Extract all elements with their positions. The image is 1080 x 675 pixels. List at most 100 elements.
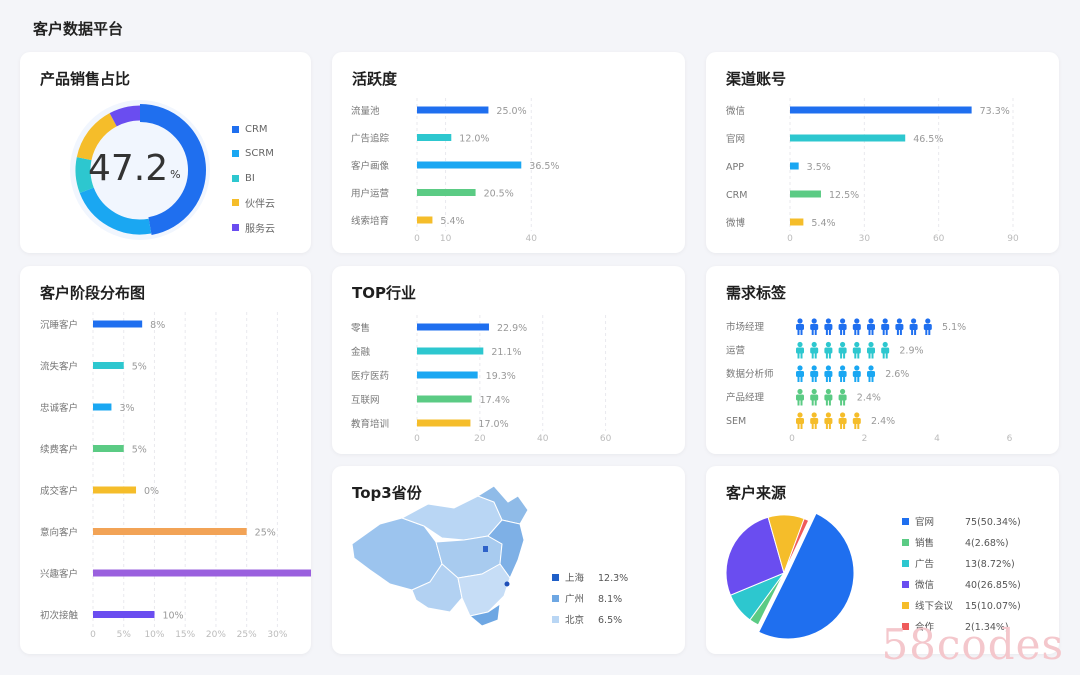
person-icon — [838, 388, 847, 406]
x-tick-label: 40 — [526, 234, 538, 244]
value-label: 17.4% — [480, 395, 510, 406]
category-label: 市场经理 — [726, 321, 765, 333]
legend-label: 微信 — [915, 579, 934, 591]
category-label: 沉睡客户 — [40, 319, 78, 331]
category-label: 数据分析师 — [726, 368, 774, 380]
person-icon — [867, 365, 875, 382]
stages-card: 客户阶段分布图 0 5% 10% 15% 20% 25% 30% 沉睡客户 8% 流失客户 5% 忠诚… — [20, 266, 311, 654]
value-label: 25.0% — [496, 106, 526, 117]
value-label: 5.4% — [811, 218, 835, 229]
value-label: 46.5% — [913, 134, 943, 145]
bar — [93, 611, 155, 618]
person-icon — [810, 318, 819, 335]
legend-value: 13(8.72%) — [965, 559, 1015, 570]
legend-label: 北京 — [565, 614, 584, 626]
person-icon — [852, 318, 861, 335]
legend-label: 上海 — [565, 572, 585, 584]
legend-swatch — [902, 581, 909, 588]
x-tick-label: 0 — [787, 234, 793, 244]
legend-value: 6.5% — [598, 615, 622, 626]
legend-swatch — [552, 616, 559, 623]
category-label: 初次接触 — [40, 610, 79, 622]
value-label: 17.0% — [478, 419, 508, 430]
bar — [417, 419, 471, 427]
value-label: 19.3% — [486, 371, 516, 382]
bar — [93, 320, 143, 328]
value-label: 0% — [144, 486, 159, 497]
category-label: 用户运营 — [351, 188, 389, 200]
value-label: 2.4% — [857, 393, 881, 404]
category-label: 产品经理 — [726, 392, 765, 404]
legend-item: 服务云 — [232, 215, 275, 240]
person-icon — [810, 341, 819, 359]
legend-label: CRM — [245, 123, 268, 135]
legend-swatch — [902, 602, 909, 609]
person-icon — [838, 318, 847, 335]
category-label: 忠诚客户 — [40, 402, 78, 414]
bar — [417, 323, 489, 331]
x-tick-label: 10 — [440, 234, 452, 244]
bar — [790, 190, 821, 198]
channel-bar-chart: 0 30 60 90 微信 73.3% 官网 46.5% APP 3.5% CRM 12.5% 微博 5.… — [726, 98, 1019, 244]
product-sales-card: 产品销售占比 47.2% CRM SCRM BI 伙伴云 服务云 — [20, 52, 311, 253]
person-icon — [796, 318, 804, 335]
bar — [93, 362, 124, 369]
value-label: 12.5% — [829, 190, 859, 201]
x-tick-label: 20% — [206, 630, 226, 640]
person-icon — [923, 318, 932, 335]
person-icon — [867, 341, 875, 359]
person-icon — [852, 341, 861, 359]
legend-value: 4(2.68%) — [965, 538, 1009, 549]
value-label: 20.5% — [484, 189, 514, 200]
value-label: 3.5% — [807, 162, 831, 173]
x-tick-label: 60 — [933, 234, 945, 244]
legend-swatch — [232, 174, 239, 182]
bar — [790, 134, 906, 142]
legend-label: 官网 — [915, 516, 934, 528]
legend-item: CRM — [232, 117, 275, 142]
value-label: 2.6% — [885, 369, 909, 380]
x-tick-label: 0 — [414, 434, 420, 444]
x-tick-label: 0 — [90, 630, 96, 640]
x-tick-label: 0 — [414, 234, 420, 244]
product-sales-legend: CRM SCRM BI 伙伴云 服务云 — [232, 117, 275, 240]
x-tick-label: 30 — [859, 234, 871, 244]
x-tick-label: 5% — [117, 630, 132, 640]
bar — [417, 216, 433, 224]
category-label: SEM — [726, 416, 746, 427]
legend-label: SCRM — [245, 148, 274, 160]
x-tick-label: 2 — [862, 434, 868, 444]
x-tick-label: 25% — [237, 630, 257, 640]
x-tick-label: 6 — [1007, 434, 1013, 444]
bar — [93, 445, 124, 452]
page-title: 客户数据平台 — [33, 20, 124, 38]
legend-swatch — [902, 539, 909, 546]
category-label: 医疗医药 — [351, 370, 389, 382]
bar — [417, 161, 522, 169]
legend-swatch — [902, 518, 909, 525]
person-icon — [852, 412, 861, 429]
category-label: 流失客户 — [40, 361, 78, 373]
category-label: 广告追踪 — [351, 133, 390, 145]
x-tick-label: 20 — [474, 434, 486, 444]
legend-value: 75(50.34%) — [965, 517, 1021, 528]
category-label: 教育培训 — [351, 418, 389, 430]
legend-value: 40(26.85%) — [965, 580, 1021, 591]
person-icon — [867, 318, 875, 335]
legend-item: BI — [232, 166, 275, 191]
person-icon — [838, 341, 847, 359]
legend-swatch — [232, 125, 239, 133]
category-label: 微博 — [726, 217, 746, 229]
x-tick-label: 60 — [600, 434, 612, 444]
category-label: 运营 — [726, 345, 745, 357]
person-icon — [895, 318, 904, 335]
value-label: 25% — [255, 528, 276, 539]
x-tick-label: 30% — [267, 630, 287, 640]
legend-label: 销售 — [915, 537, 934, 549]
x-tick-label: 40 — [537, 434, 549, 444]
person-icon — [810, 388, 819, 406]
bar — [417, 347, 484, 355]
legend-label: 线下会议 — [915, 600, 954, 612]
value-label: 36.5% — [529, 161, 559, 172]
value-label: 22.9% — [497, 323, 527, 334]
